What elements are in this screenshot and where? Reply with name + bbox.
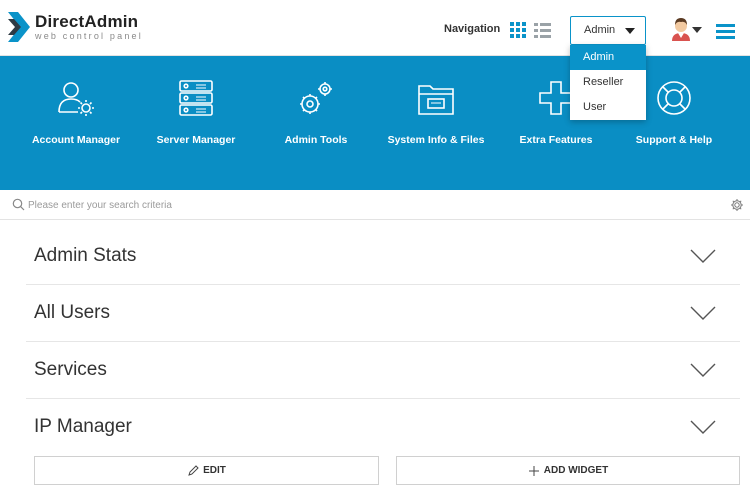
- logo-subtitle: web control panel: [35, 31, 143, 41]
- plus-icon: [528, 465, 539, 476]
- avatar-caret-icon[interactable]: [692, 27, 702, 33]
- feature-label: Support & Help: [635, 134, 713, 146]
- feature-label: Account Manager: [31, 134, 121, 146]
- chevron-down-icon[interactable]: [690, 248, 716, 264]
- role-option-user[interactable]: User: [570, 95, 646, 120]
- widget-admin-stats[interactable]: Admin Stats: [26, 228, 740, 285]
- chevron-down-icon[interactable]: [690, 305, 716, 321]
- feature-system-info[interactable]: System Info & Files: [376, 78, 496, 148]
- feature-server-manager[interactable]: Server Manager: [136, 78, 256, 148]
- feature-admin-tools[interactable]: Admin Tools: [256, 78, 376, 148]
- widget-title: Services: [34, 359, 107, 380]
- grid-view-icon[interactable]: [510, 22, 526, 38]
- widget-services[interactable]: Services: [26, 342, 740, 399]
- feature-label: Admin Tools: [284, 134, 348, 146]
- edit-button[interactable]: EDIT: [34, 456, 379, 485]
- pencil-icon: [188, 464, 199, 476]
- logo-icon: [8, 12, 30, 42]
- edit-button-label: EDIT: [203, 465, 226, 476]
- feature-account-manager[interactable]: Account Manager: [16, 78, 136, 148]
- chevron-down-icon[interactable]: [690, 419, 716, 435]
- role-option-reseller[interactable]: Reseller: [570, 70, 646, 95]
- feature-label: Extra Features: [519, 134, 593, 146]
- add-widget-button[interactable]: ADD WIDGET: [396, 456, 740, 485]
- chevron-down-icon[interactable]: [690, 362, 716, 378]
- server-manager-icon: [179, 80, 213, 116]
- hamburger-menu-icon[interactable]: [716, 24, 735, 39]
- feature-label: System Info & Files: [387, 134, 485, 146]
- role-option-admin[interactable]: Admin: [570, 45, 646, 70]
- widget-all-users[interactable]: All Users: [26, 285, 740, 342]
- account-manager-icon: [58, 82, 94, 116]
- caret-down-icon: [625, 28, 635, 34]
- list-view-icon[interactable]: [534, 22, 551, 38]
- support-help-icon: [657, 81, 691, 115]
- logo-name: DirectAdmin: [35, 12, 139, 31]
- role-select-value: Admin: [584, 24, 616, 36]
- avatar[interactable]: [670, 17, 692, 41]
- widget-title: Admin Stats: [34, 245, 137, 266]
- widget-title: All Users: [34, 302, 111, 323]
- system-info-icon: [418, 85, 454, 115]
- navigation-label: Navigation: [444, 23, 501, 35]
- search-icon: [12, 198, 25, 211]
- gear-icon[interactable]: [730, 198, 744, 212]
- widget-ip-manager[interactable]: IP Manager: [26, 399, 740, 456]
- widget-title: IP Manager: [34, 416, 132, 437]
- search-input[interactable]: [28, 195, 708, 215]
- logo[interactable]: DirectAdmin web control panel: [8, 12, 143, 42]
- feature-label: Server Manager: [156, 134, 236, 146]
- admin-tools-icon: [300, 82, 332, 114]
- add-widget-button-label: ADD WIDGET: [543, 465, 609, 476]
- role-dropdown-menu: Admin Reseller User: [570, 45, 646, 120]
- role-select[interactable]: Admin: [570, 16, 646, 45]
- search-bar: [0, 190, 750, 220]
